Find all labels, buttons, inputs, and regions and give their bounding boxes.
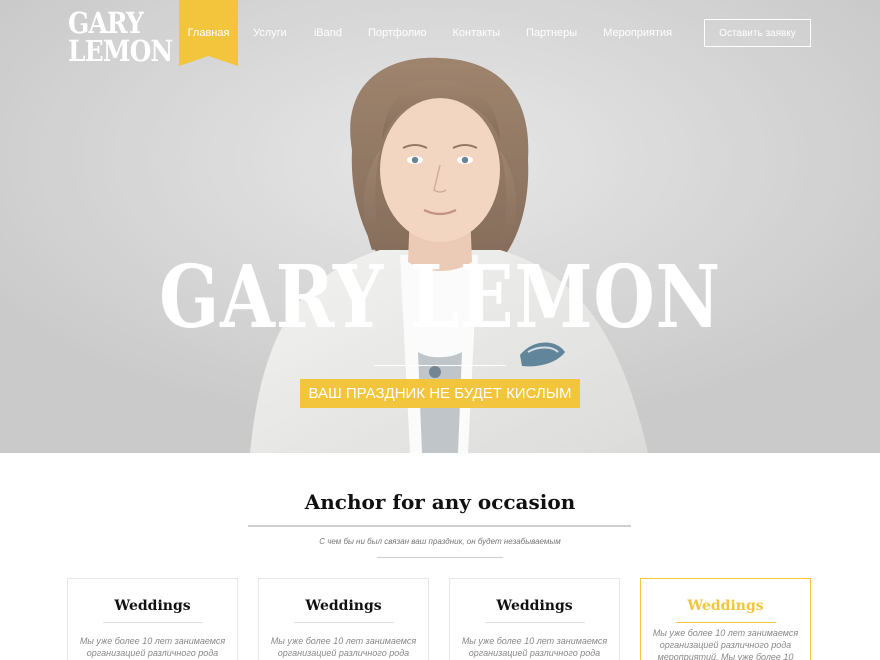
nav-item-partners[interactable]: Партнеры	[526, 0, 577, 66]
nav-item-label: Мероприятия	[603, 27, 673, 39]
section-title: Anchor for any occasion	[304, 490, 576, 514]
hero-title: GARY LEMON	[159, 247, 721, 348]
card-text: Мы уже более 10 лет занимаемся организац…	[79, 636, 226, 658]
nav-item-label: Услуги	[253, 27, 287, 39]
nav-item-label: Портфолио	[367, 27, 427, 39]
service-card[interactable]: Weddings Мы уже более 10 лет занимаемся …	[258, 578, 429, 660]
nav-item-portfolio[interactable]: Портфолио	[368, 0, 427, 66]
card-title: Weddings	[496, 598, 573, 614]
card-divider	[293, 622, 394, 623]
main-nav: Главная Услуги iBand Портфолио Контакты …	[179, 0, 672, 66]
nav-item-contacts[interactable]: Контакты	[453, 0, 501, 66]
nav-item-label: iBand	[313, 27, 342, 39]
service-card[interactable]: Weddings Мы уже более 10 лет занимаемся …	[67, 578, 238, 660]
nav-item-events[interactable]: Мероприятия	[603, 0, 672, 66]
nav-item-label: Партнеры	[526, 27, 578, 39]
card-divider	[675, 622, 776, 623]
card-title: Weddings	[305, 598, 382, 614]
leave-request-button[interactable]: Оставить заявку	[704, 19, 811, 47]
nav-item-home[interactable]: Главная	[179, 0, 238, 66]
nav-item-label: Контакты	[452, 27, 501, 39]
card-divider	[484, 622, 585, 623]
card-text: Мы уже более 10 лет занимаемся организац…	[270, 636, 417, 658]
card-text: Мы уже более 10 лет занимаемся организац…	[461, 636, 608, 658]
hero-divider	[374, 365, 506, 366]
card-title: Weddings	[687, 598, 764, 614]
nav-item-label: Главная	[187, 27, 230, 39]
section-divider-short	[377, 557, 503, 558]
logo-line-1: GARY	[68, 6, 144, 40]
nav-item-iband[interactable]: iBand	[314, 0, 342, 66]
card-text: Мы уже более 10 лет занимаемся организац…	[652, 628, 799, 660]
service-card-highlighted[interactable]: Weddings Мы уже более 10 лет занимаемся …	[640, 578, 811, 660]
section-subtitle: С чем бы ни был связан ваш праздник, он …	[319, 537, 561, 546]
card-title: Weddings	[114, 598, 191, 614]
card-divider	[102, 622, 203, 623]
nav-item-services[interactable]: Услуги	[253, 0, 287, 66]
service-card[interactable]: Weddings Мы уже более 10 лет занимаемся …	[449, 578, 620, 660]
hero-section: GARY LEMON Главная Услуги iBand Портфоли…	[0, 0, 880, 453]
logo-line-2: LEMON	[68, 34, 173, 68]
site-logo[interactable]: GARY LEMON	[68, 6, 173, 68]
hero-tagline: ВАШ ПРАЗДНИК НЕ БУДЕТ КИСЛЫМ	[300, 379, 580, 408]
section-divider	[248, 525, 631, 527]
